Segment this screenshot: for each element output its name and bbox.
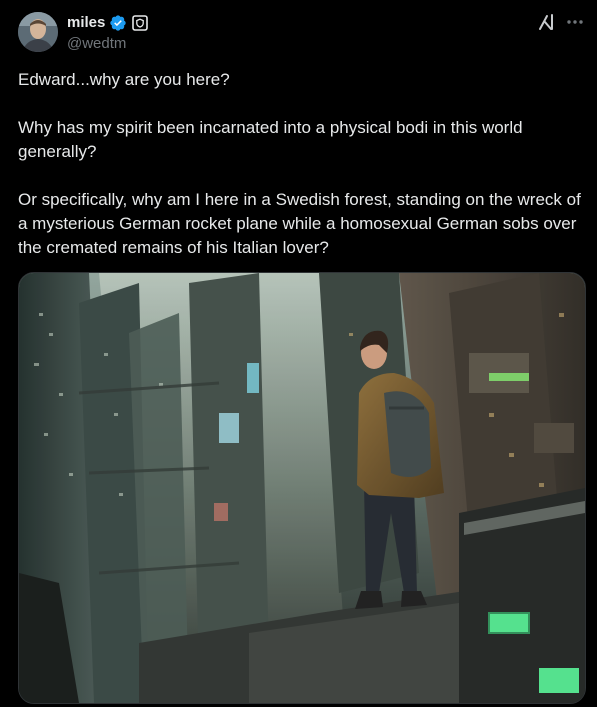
more-options-icon[interactable] bbox=[565, 12, 585, 32]
verified-badge-icon bbox=[109, 14, 127, 32]
tweet-card[interactable]: miles @wedtm Edward...why are you here? … bbox=[0, 0, 597, 707]
tweet-text: Edward...why are you here? Why has my sp… bbox=[18, 70, 581, 257]
author-display-name[interactable]: miles bbox=[67, 13, 105, 33]
tweet-media-image[interactable] bbox=[18, 272, 586, 704]
author-name-row[interactable]: miles bbox=[67, 13, 149, 33]
avatar[interactable] bbox=[18, 12, 58, 52]
author-handle[interactable]: @wedtm bbox=[67, 34, 126, 54]
avatar-image bbox=[18, 12, 58, 52]
cyberpunk-city-illustration bbox=[19, 273, 585, 703]
grok-icon[interactable] bbox=[537, 12, 557, 32]
affiliate-badge-icon[interactable] bbox=[131, 14, 149, 32]
